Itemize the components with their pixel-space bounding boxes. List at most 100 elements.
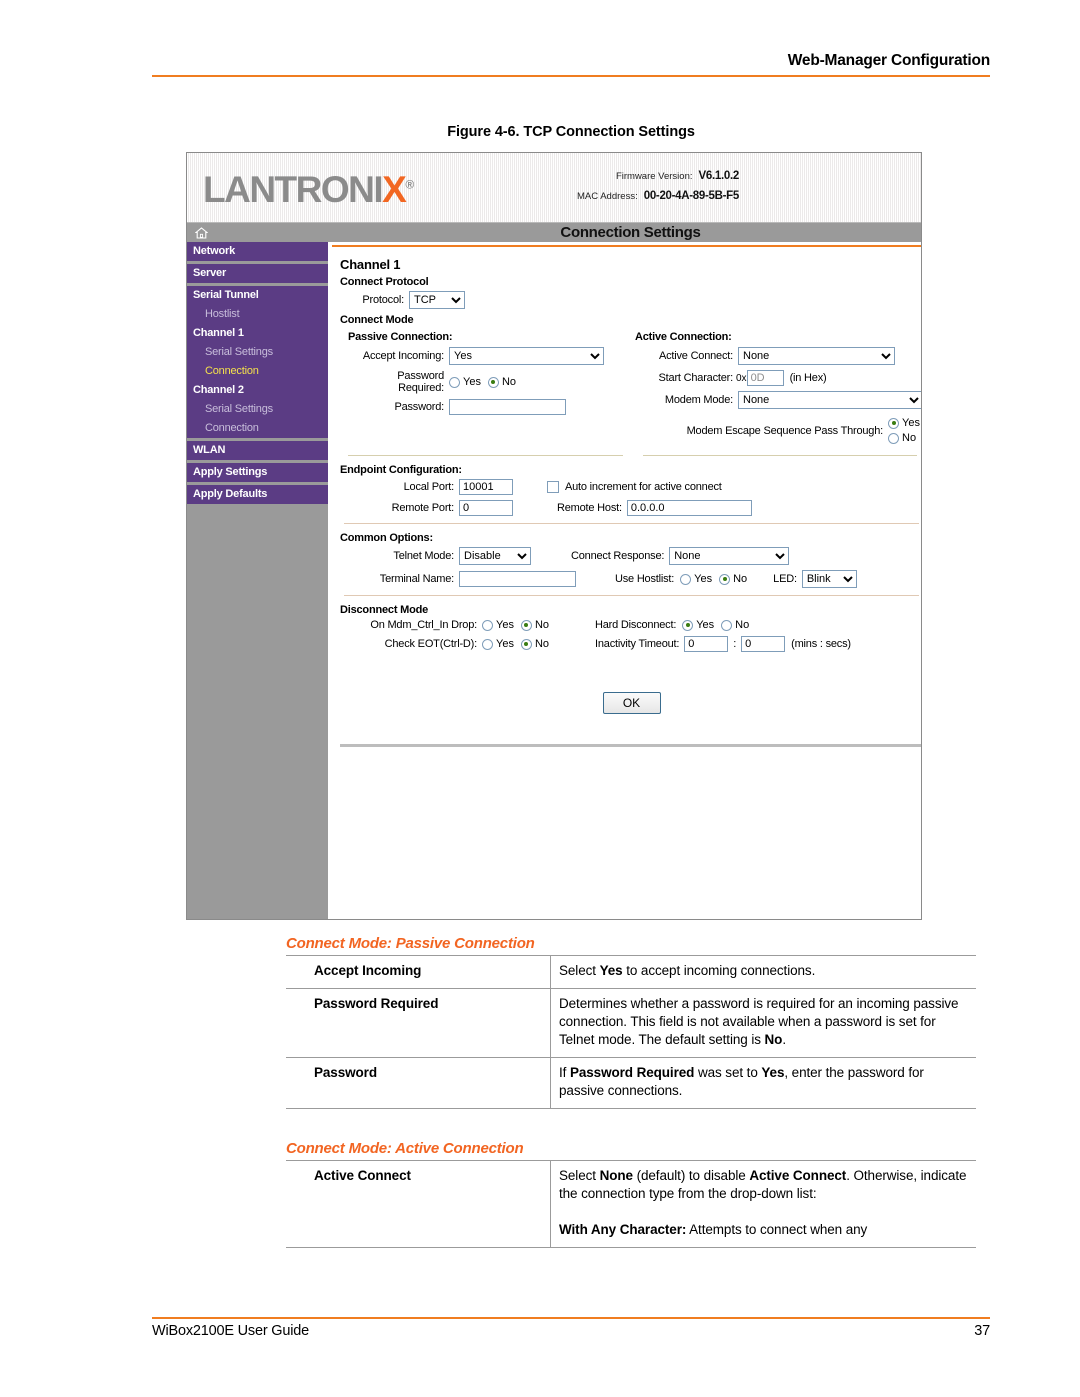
page-title: Connection Settings [560,224,701,241]
sidebar-item-label: Serial Tunnel [187,286,328,305]
radio-label: Yes [496,619,514,631]
hard-disconnect-no[interactable]: No [721,619,749,631]
radio-label: Yes [496,638,514,650]
description-paragraph [559,1203,968,1221]
web-manager-panel: LANTRONIX® Firmware Version: V6.1.0.2 MA… [186,152,922,920]
active-connection-table: Active Connect Select None (default) to d… [286,1160,976,1248]
sidebar-item-label: Channel 2 [187,381,328,400]
connect-mode-heading: Connect Mode [340,314,414,326]
hard-disconnect-radiogroup: Yes No [682,619,749,631]
sidebar-item-network[interactable]: Network [187,242,328,261]
hard-disconnect-yes[interactable]: Yes [682,619,714,631]
use-hostlist-yes[interactable]: Yes [680,573,712,585]
auto-increment-checkbox[interactable] [547,481,559,493]
remote-port-input[interactable] [459,500,513,516]
sidebar-item-server[interactable]: Server [187,264,328,283]
divider-right [643,455,917,456]
field-name-cell: Accept Incoming [286,955,551,989]
footer-guide-title: WiBox2100E User Guide [152,1323,309,1339]
terminal-name-input[interactable] [459,571,576,587]
telnet-mode-select[interactable]: Disable [459,547,531,565]
radio-label: No [501,376,517,388]
sidebar-item-wlan[interactable]: WLAN [187,441,328,460]
password-input[interactable] [449,399,566,415]
radio-icon [721,619,733,631]
password-required-no[interactable]: No [487,376,517,388]
panel-title-bar: Connection Settings [328,223,921,242]
modem-mode-select[interactable]: None [738,391,921,409]
radio-icon [482,638,493,650]
local-port-label: Local Port: [403,481,455,493]
ok-button[interactable]: OK [602,692,661,714]
sidebar-item-channel2-connection[interactable]: Connection [187,419,328,438]
modem-escape-yes[interactable]: Yes [888,417,920,429]
use-hostlist-no[interactable]: No [719,573,747,585]
table-body: Accept Incoming Select Yes to accept inco… [286,955,976,1109]
check-eot-no[interactable]: No [520,638,549,650]
field-description-cell: Determines whether a password is require… [550,987,976,1058]
remote-host-input[interactable] [626,500,752,516]
protocol-select[interactable]: TCP [409,291,465,309]
radio-icon [449,376,460,388]
sidebar-item-apply-defaults[interactable]: Apply Defaults [187,485,328,504]
table-row: Password Required Determines whether a pa… [286,987,976,1058]
active-connect-select[interactable]: None [738,347,895,365]
description-paragraph: With Any Character: Attempts to connect … [559,1221,968,1239]
led-select[interactable]: Blink [801,570,857,588]
accept-incoming-select[interactable]: Yes [449,347,604,365]
emphasis-text: None [599,1168,633,1183]
active-connection-heading: Active Connection: [635,331,732,343]
connect-response-label: Connect Response: [571,550,665,562]
field-description-cell: Select Yes to accept incoming connection… [550,955,976,989]
common-options-heading: Common Options: [340,532,433,544]
start-character-prefix: 0x [736,372,747,384]
modem-escape-no[interactable]: No [888,432,920,444]
radio-label: No [733,573,748,585]
section-heading: Connect Mode: Active Connection [286,1140,524,1157]
sidebar-item-label: Channel 1 [187,324,328,343]
sidebar-item-label: Connection [187,419,328,438]
sidebar-item-channel1-serial-settings[interactable]: Serial Settings [187,343,328,362]
panel-bottom-bar [340,744,921,747]
inactivity-seconds-input[interactable] [741,636,786,652]
start-character-input[interactable] [746,370,784,386]
sidebar-item-hostlist[interactable]: Hostlist [187,305,328,324]
mdm-ctrl-no[interactable]: No [520,619,549,631]
sidebar-item-label: Hostlist [187,305,328,324]
sidebar-item-label: Network [187,242,328,261]
connect-response-select[interactable]: None [669,547,790,565]
sidebar-item-home[interactable] [187,223,328,242]
password-required-yes[interactable]: Yes [449,376,481,388]
device-info: Firmware Version: V6.1.0.2 MAC Address: … [577,170,739,210]
radio-icon [682,619,694,631]
field-name-cell: Password Required [286,987,551,1058]
mdm-ctrl-yes[interactable]: Yes [482,619,514,631]
body-text: Select [559,1168,600,1183]
disconnect-mode-heading: Disconnect Mode [340,604,429,616]
active-connection-section: Connect Mode: Active Connection Active C… [286,1140,976,1248]
sidebar-item-channel-1[interactable]: Channel 1 [187,324,328,343]
sidebar-item-serial-tunnel[interactable]: Serial Tunnel [187,286,328,305]
table-row: Active Connect Select None (default) to d… [286,1160,976,1248]
radio-label: Yes [696,619,715,631]
emphasis-text: No [764,1031,783,1047]
start-character-suffix: (in Hex) [789,372,827,384]
emphasis-text: Yes [599,963,623,978]
logo-text: LANTRONI [203,169,384,210]
password-required-label-line1: Password [397,370,444,382]
radio-icon [520,638,532,650]
radio-icon [719,573,731,585]
body-text: (default) to disable [632,1168,750,1183]
remote-port-label: Remote Port: [391,502,455,514]
local-port-input[interactable] [459,479,513,495]
sidebar-item-channel-2[interactable]: Channel 2 [187,381,328,400]
description-paragraph: Determines whether a password is require… [559,995,968,1049]
use-hostlist-radiogroup: Yes No [680,573,747,585]
check-eot-yes[interactable]: Yes [482,638,514,650]
modem-mode-label: Modem Mode: [664,394,733,406]
sidebar-item-apply-settings[interactable]: Apply Settings [187,463,328,482]
sidebar-item-channel1-connection[interactable]: Connection [187,362,328,381]
inactivity-minutes-input[interactable] [684,636,729,652]
field-description-cell: Select None (default) to disable Active … [550,1160,976,1248]
sidebar-item-channel2-serial-settings[interactable]: Serial Settings [187,400,328,419]
